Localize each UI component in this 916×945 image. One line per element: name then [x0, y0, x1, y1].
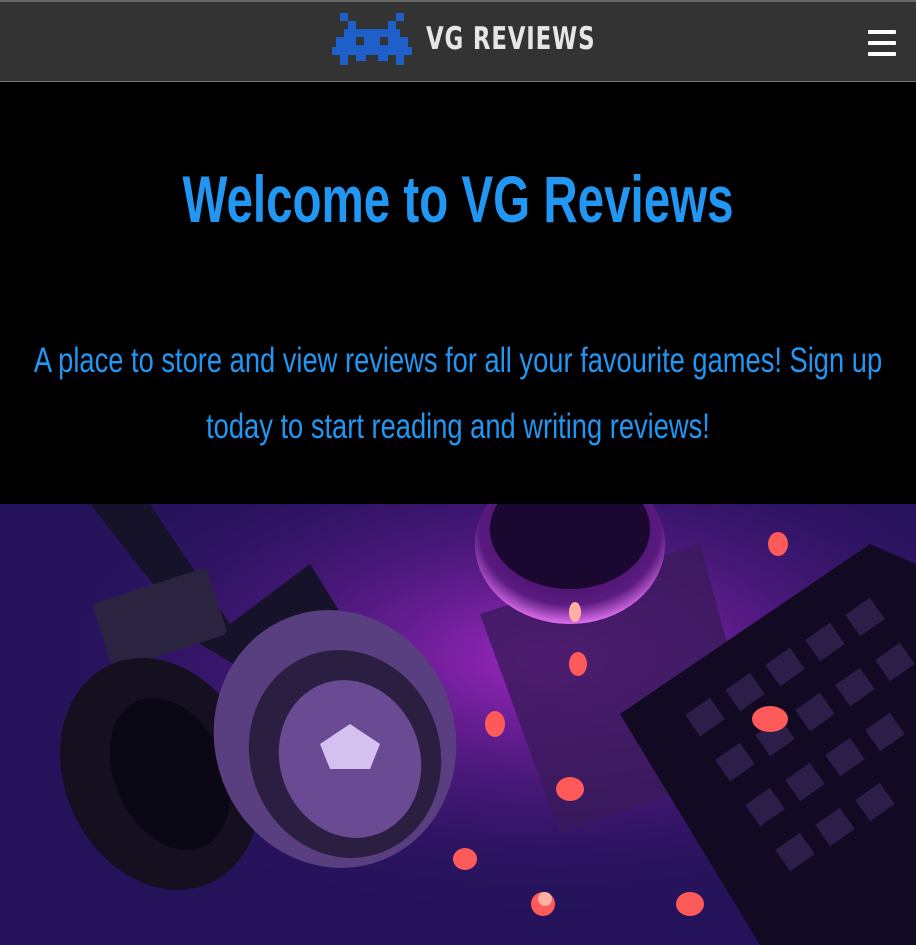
- brand-name: VG REVIEWS: [426, 21, 596, 57]
- page-title: Welcome to VG Reviews: [182, 162, 734, 236]
- hero-subtitle: A place to store and view reviews for al…: [33, 341, 883, 446]
- hamburger-menu-icon[interactable]: [868, 30, 896, 56]
- navbar: VG REVIEWS: [0, 0, 916, 82]
- hero-section: Welcome to VG Reviews A place to store a…: [0, 82, 916, 504]
- gaming-headset-keyboard-illustration: [0, 504, 916, 945]
- space-invader-icon: [332, 13, 412, 65]
- brand-link[interactable]: VG REVIEWS: [332, 12, 633, 66]
- gaming-setup-image: [0, 504, 916, 945]
